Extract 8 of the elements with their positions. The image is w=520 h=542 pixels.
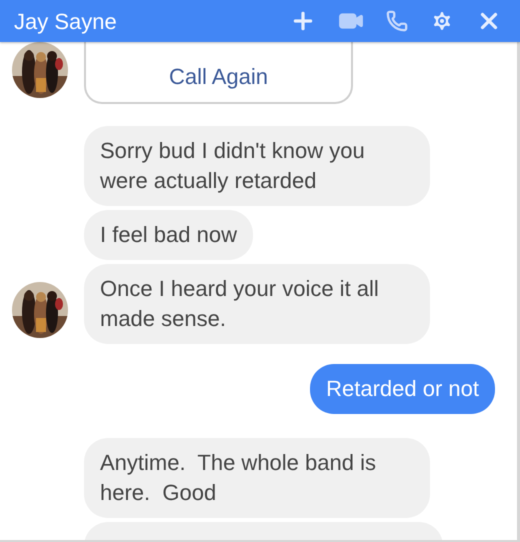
- window-title: Jay Sayne: [14, 8, 118, 36]
- message-bubble: Anytime. The whole band is here. Good: [84, 438, 430, 518]
- sent-message-bubble: Retarded or not: [310, 364, 495, 414]
- message-bubble: Sorry bud I didn't know you were actually retarded: [84, 126, 430, 206]
- call-again-button[interactable]: Call Again: [84, 42, 353, 104]
- message-bubble: I feel bad now: [84, 210, 253, 260]
- message-bubble: Once I heard your voice it all made sense.: [84, 264, 430, 344]
- phone-icon[interactable]: [386, 10, 408, 32]
